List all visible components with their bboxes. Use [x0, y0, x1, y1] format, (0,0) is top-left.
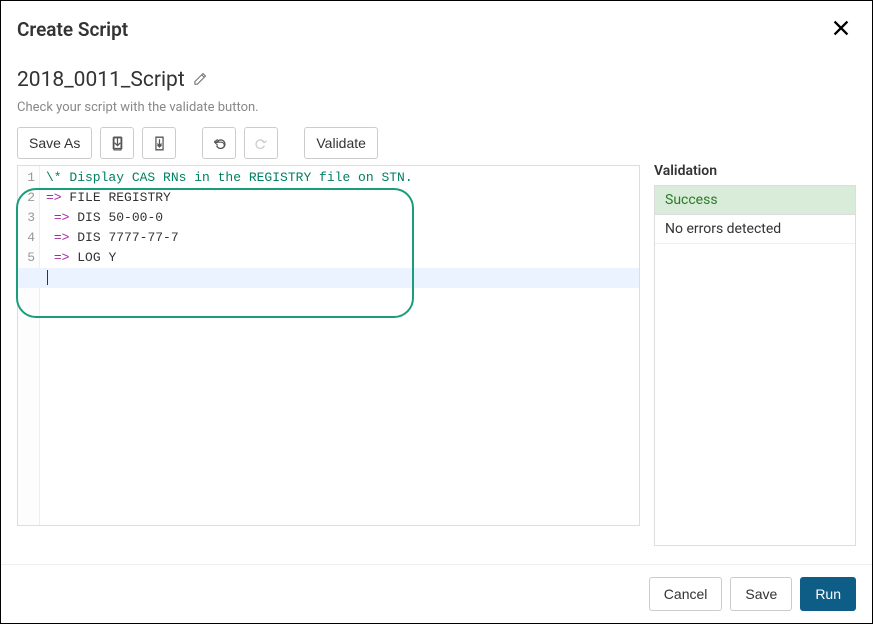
undo-icon	[211, 135, 228, 152]
undo-button[interactable]	[202, 127, 236, 159]
code-line: => LOG Y	[46, 248, 633, 268]
description: Check your script with the validate butt…	[17, 100, 856, 115]
line-number: 5	[18, 248, 39, 268]
text-cursor	[47, 270, 48, 285]
footer: Cancel Save Run	[1, 564, 872, 623]
validation-message: No errors detected	[655, 215, 855, 244]
subheader: 2018_0011_Script Check your script with …	[1, 54, 872, 115]
export-icon	[151, 135, 168, 152]
code-line: => FILE REGISTRY	[46, 188, 633, 208]
line-number: 2	[18, 188, 39, 208]
validation-box: Success No errors detected	[654, 185, 856, 546]
import-button[interactable]	[100, 127, 134, 159]
code-line: \* Display CAS RNs in the REGISTRY file …	[46, 168, 633, 188]
redo-button[interactable]	[244, 127, 278, 159]
code-line	[46, 268, 633, 288]
code-editor[interactable]: 1 2 3 4 5 6 \* Display CAS RNs in the RE…	[17, 165, 640, 526]
code-line: => DIS 50-00-0	[46, 208, 633, 228]
line-number: 1	[18, 168, 39, 188]
cancel-button[interactable]: Cancel	[649, 577, 723, 611]
toolbar: Save As Validate	[17, 127, 640, 159]
export-button[interactable]	[142, 127, 176, 159]
redo-icon	[253, 135, 270, 152]
save-button[interactable]: Save	[730, 577, 792, 611]
gutter: 1 2 3 4 5 6	[18, 166, 40, 525]
line-number: 4	[18, 228, 39, 248]
line-number: 3	[18, 208, 39, 228]
validate-button[interactable]: Validate	[304, 127, 378, 159]
code-area[interactable]: \* Display CAS RNs in the REGISTRY file …	[40, 166, 639, 525]
script-name: 2018_0011_Script	[17, 68, 185, 92]
close-button[interactable]	[826, 13, 856, 46]
dialog-title: Create Script	[17, 18, 128, 41]
run-button[interactable]: Run	[800, 577, 856, 611]
edit-name-button[interactable]	[191, 69, 210, 91]
import-icon	[109, 135, 126, 152]
pencil-icon	[193, 71, 208, 86]
code-line: => DIS 7777-77-7	[46, 228, 633, 248]
editor-panel: Save As Validate 1 2 3 4	[17, 127, 640, 546]
validation-title: Validation	[654, 163, 856, 179]
save-as-button[interactable]: Save As	[17, 127, 92, 159]
validation-status: Success	[655, 186, 855, 215]
dialog-header: Create Script	[1, 1, 872, 54]
validation-panel: Validation Success No errors detected	[654, 127, 856, 546]
close-icon	[830, 17, 852, 39]
